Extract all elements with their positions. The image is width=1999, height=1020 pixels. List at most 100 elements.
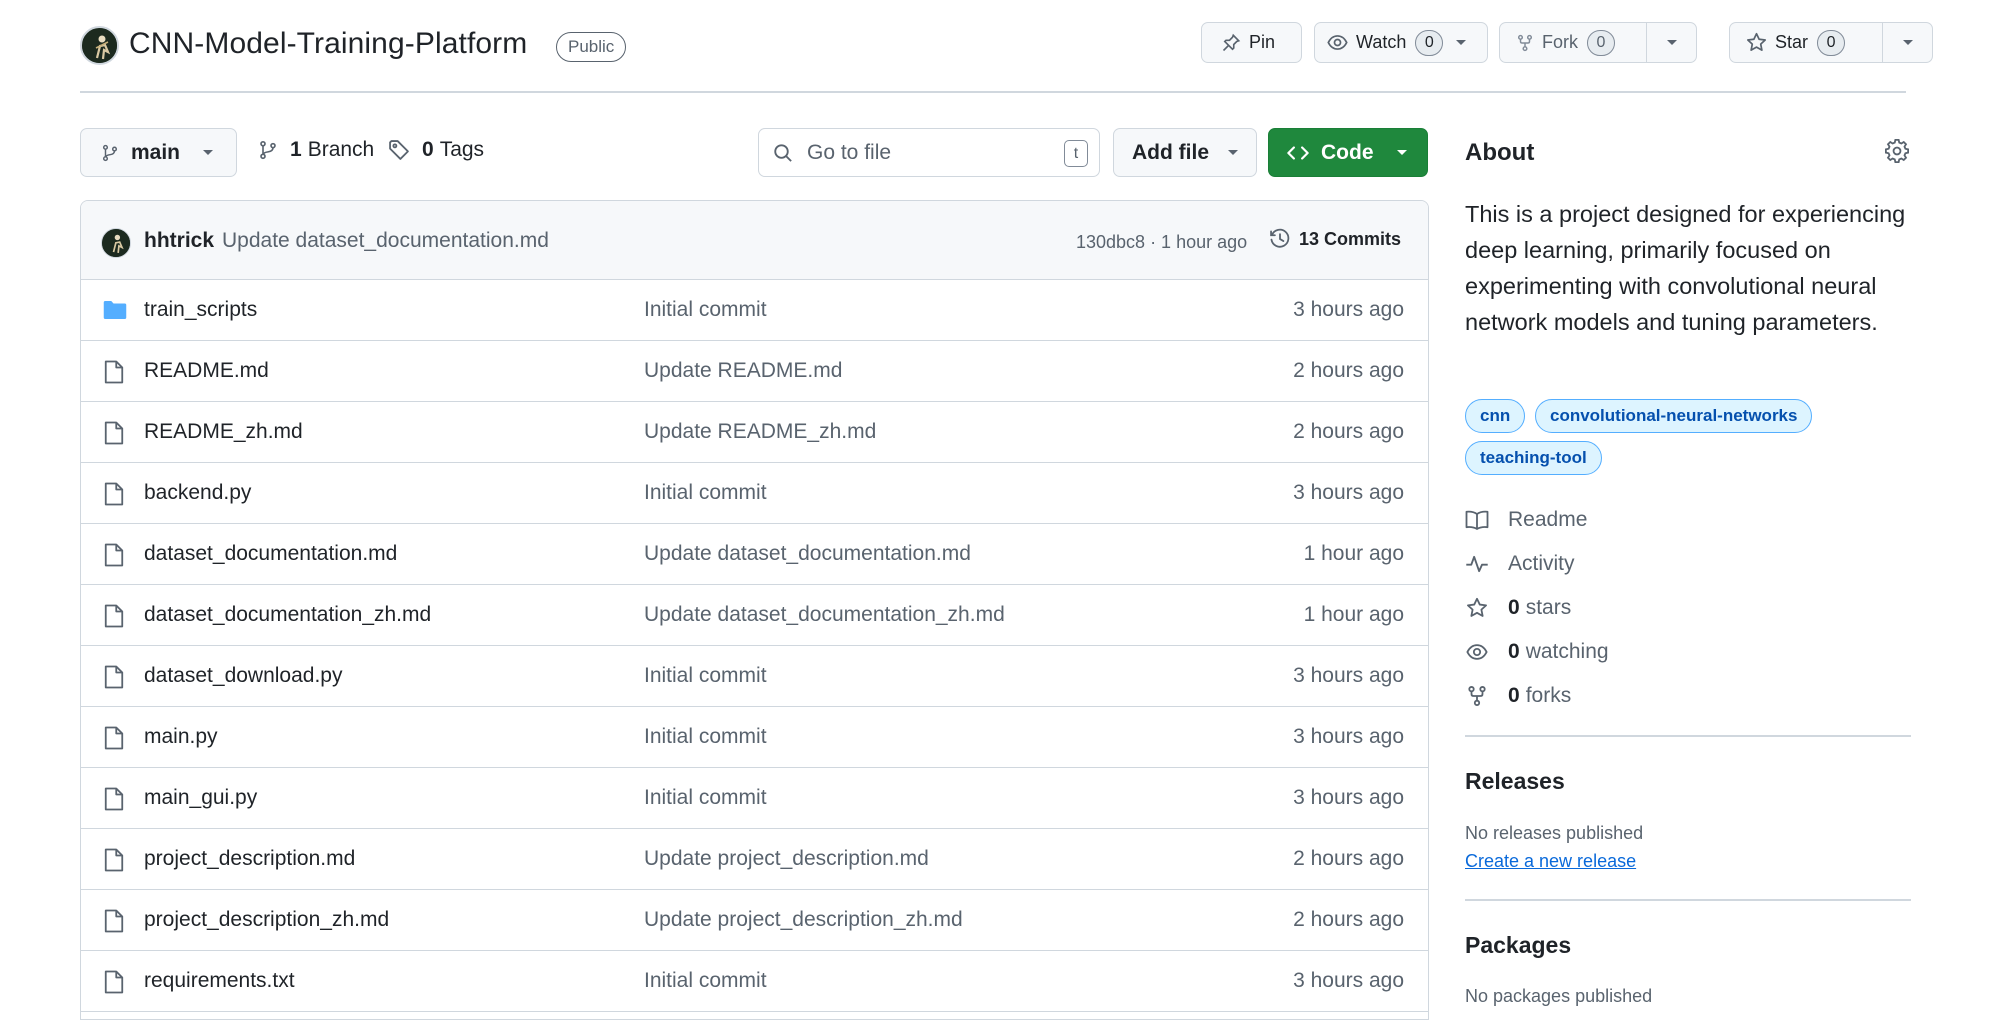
star-dropdown-button[interactable] bbox=[1882, 22, 1933, 63]
file-commit-message[interactable]: Initial commit bbox=[644, 969, 767, 993]
topic-tag[interactable]: cnn bbox=[1465, 399, 1526, 433]
branch-icon bbox=[258, 139, 278, 161]
tags-link[interactable]: 0 Tags bbox=[388, 138, 484, 162]
star-icon bbox=[1746, 32, 1767, 53]
commits-count-label: 13 Commits bbox=[1299, 228, 1402, 249]
add-file-label: Add file bbox=[1132, 140, 1209, 164]
topic-tag[interactable]: convolutional-neural-networks bbox=[1535, 399, 1813, 433]
forks-label: forks bbox=[1525, 684, 1572, 707]
pin-icon bbox=[1221, 33, 1241, 53]
releases-heading[interactable]: Releases bbox=[1465, 768, 1565, 795]
watch-button[interactable]: Watch 0 bbox=[1314, 22, 1488, 63]
file-commit-message[interactable]: Update README_zh.md bbox=[644, 420, 876, 444]
commit-message[interactable]: Update dataset_documentation.md bbox=[222, 229, 549, 253]
file-name[interactable]: README_zh.md bbox=[144, 420, 303, 444]
file-row[interactable]: main_gui.py Initial commit 3 hours ago bbox=[81, 768, 1428, 829]
activity-link[interactable]: Activity bbox=[1465, 552, 1575, 576]
file-commit-message[interactable]: Update README.md bbox=[644, 359, 842, 383]
branches-link[interactable]: 1 Branch bbox=[258, 138, 374, 162]
file-row[interactable]: README_zh.md Update README_zh.md 2 hours… bbox=[81, 402, 1428, 463]
file-name[interactable]: main.py bbox=[144, 725, 218, 749]
history-icon bbox=[1269, 228, 1291, 250]
topic-tag[interactable]: teaching-tool bbox=[1465, 441, 1602, 475]
file-row[interactable]: requirements.txt Initial commit 3 hours … bbox=[81, 951, 1428, 1012]
file-commit-message[interactable]: Update dataset_documentation.md bbox=[644, 542, 971, 566]
packages-heading[interactable]: Packages bbox=[1465, 932, 1571, 959]
star-count: 0 bbox=[1817, 29, 1846, 56]
file-row[interactable]: train_scripts Initial commit 3 hours ago bbox=[81, 280, 1428, 341]
file-row[interactable]: dataset_download.py Initial commit 3 hou… bbox=[81, 646, 1428, 707]
forks-link[interactable]: 0 forks bbox=[1465, 684, 1571, 708]
create-release-link[interactable]: Create a new release bbox=[1465, 851, 1636, 872]
file-name[interactable]: project_description.md bbox=[144, 847, 355, 871]
pin-button[interactable]: Pin bbox=[1201, 22, 1302, 63]
add-file-button[interactable]: Add file bbox=[1113, 128, 1257, 177]
file-age: 3 hours ago bbox=[1293, 664, 1404, 687]
commit-author-avatar[interactable] bbox=[101, 228, 131, 258]
file-name[interactable]: main_gui.py bbox=[144, 786, 257, 810]
file-name[interactable]: README.md bbox=[144, 359, 269, 383]
file-age: 2 hours ago bbox=[1293, 908, 1404, 931]
search-icon bbox=[773, 143, 793, 163]
sidebar-divider bbox=[1465, 899, 1911, 901]
file-row[interactable]: backend.py Initial commit 3 hours ago bbox=[81, 463, 1428, 524]
file-icon bbox=[103, 848, 125, 872]
file-commit-message[interactable]: Initial commit bbox=[644, 481, 767, 505]
about-heading: About bbox=[1465, 139, 1535, 166]
commit-author[interactable]: hhtrick bbox=[144, 229, 214, 253]
file-name[interactable]: dataset_documentation.md bbox=[144, 542, 397, 566]
file-commit-message[interactable]: Initial commit bbox=[644, 725, 767, 749]
file-name[interactable]: backend.py bbox=[144, 481, 251, 505]
file-age: 2 hours ago bbox=[1293, 420, 1404, 443]
readme-link[interactable]: Readme bbox=[1465, 508, 1587, 532]
go-to-file-placeholder: Go to file bbox=[807, 140, 892, 164]
repo-name[interactable]: CNN-Model-Training-Platform bbox=[129, 27, 527, 61]
file-row[interactable]: dataset_documentation_zh.md Update datas… bbox=[81, 585, 1428, 646]
watch-count: 0 bbox=[1415, 29, 1444, 56]
watch-label: Watch bbox=[1356, 32, 1407, 52]
file-age: 3 hours ago bbox=[1293, 481, 1404, 504]
file-row[interactable]: README.md Update README.md 2 hours ago bbox=[81, 341, 1428, 402]
fork-button[interactable]: Fork 0 bbox=[1499, 22, 1647, 63]
code-icon bbox=[1287, 144, 1309, 162]
chevron-down-icon bbox=[1227, 149, 1239, 157]
file-commit-message[interactable]: Initial commit bbox=[644, 664, 767, 688]
stars-label: stars bbox=[1525, 596, 1572, 619]
star-button[interactable]: Star 0 bbox=[1729, 22, 1883, 63]
book-icon bbox=[1465, 509, 1489, 531]
fork-icon bbox=[1516, 33, 1534, 53]
code-button[interactable]: Code bbox=[1268, 128, 1428, 177]
file-row[interactable]: project_description.md Update project_de… bbox=[81, 829, 1428, 890]
gear-icon[interactable] bbox=[1885, 139, 1909, 163]
branch-icon bbox=[101, 143, 119, 163]
file-name[interactable]: dataset_download.py bbox=[144, 664, 343, 688]
file-name[interactable]: dataset_documentation_zh.md bbox=[144, 603, 431, 627]
folder-icon bbox=[103, 299, 127, 321]
star-icon bbox=[1465, 597, 1489, 619]
go-to-file-input[interactable]: Go to file t bbox=[758, 128, 1100, 177]
file-icon bbox=[103, 726, 125, 750]
file-commit-message[interactable]: Initial commit bbox=[644, 298, 767, 322]
file-name[interactable]: requirements.txt bbox=[144, 969, 295, 993]
commit-hash-time[interactable]: 130dbc8 · 1 hour ago bbox=[1076, 232, 1247, 253]
header-divider bbox=[80, 91, 1906, 93]
file-row[interactable]: dataset_documentation.md Update dataset_… bbox=[81, 524, 1428, 585]
branch-selector[interactable]: main bbox=[80, 128, 237, 177]
watching-link[interactable]: 0 watching bbox=[1465, 640, 1609, 664]
owner-avatar[interactable] bbox=[80, 26, 119, 65]
file-icon bbox=[103, 421, 125, 445]
sidebar-divider bbox=[1465, 735, 1911, 737]
fork-dropdown-button[interactable] bbox=[1646, 22, 1697, 63]
file-age: 3 hours ago bbox=[1293, 298, 1404, 321]
stars-link[interactable]: 0 stars bbox=[1465, 596, 1571, 620]
file-commit-message[interactable]: Initial commit bbox=[644, 786, 767, 810]
file-row[interactable]: main.py Initial commit 3 hours ago bbox=[81, 707, 1428, 768]
file-commit-message[interactable]: Update project_description_zh.md bbox=[644, 908, 963, 932]
file-commit-message[interactable]: Update project_description.md bbox=[644, 847, 929, 871]
commits-history-link[interactable]: 13 Commits bbox=[1269, 228, 1401, 250]
file-commit-message[interactable]: Update dataset_documentation_zh.md bbox=[644, 603, 1005, 627]
file-row[interactable]: project_description_zh.md Update project… bbox=[81, 890, 1428, 951]
file-name[interactable]: project_description_zh.md bbox=[144, 908, 389, 932]
releases-note: No releases published bbox=[1465, 823, 1644, 843]
file-name[interactable]: train_scripts bbox=[144, 298, 257, 322]
